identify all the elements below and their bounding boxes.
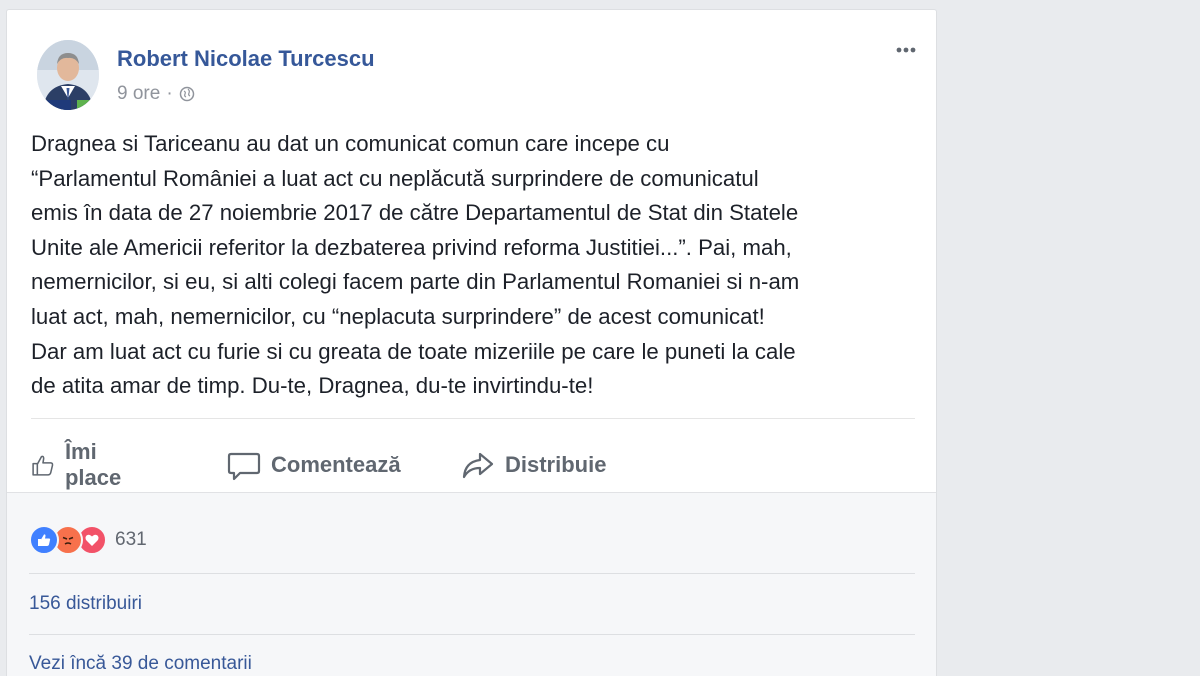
- author-name[interactable]: Robert Nicolae Turcescu: [117, 46, 375, 72]
- comment-label: Comentează: [271, 452, 401, 477]
- footer-divider: [29, 634, 915, 635]
- share-button[interactable]: Distribuie: [461, 440, 606, 490]
- footer-divider: [29, 573, 915, 574]
- view-more-comments-link[interactable]: Vezi încă 39 de comentarii: [29, 653, 252, 675]
- post-card: Robert Nicolae Turcescu 9 ore · Dragnea …: [6, 9, 937, 676]
- post-text: Dragnea si Tariceanu au dat un comunicat…: [31, 127, 931, 404]
- post-text-line: emis în data de 27 noiembrie 2017 de căt…: [31, 200, 799, 226]
- post-text-line: de atita amar de timp. Du-te, Dragnea, d…: [31, 373, 594, 399]
- actions-divider: [31, 418, 915, 419]
- share-icon: [462, 452, 494, 479]
- post-text-line: nemernicilor, si eu, si alti colegi face…: [31, 269, 800, 295]
- comment-button[interactable]: Comentează: [227, 440, 401, 490]
- reaction-count: 631: [115, 529, 147, 550]
- post-text-line: Unite ale Americii referitor la dezbater…: [31, 234, 792, 260]
- more-dots-icon: [896, 47, 916, 53]
- globe-icon: [179, 86, 194, 102]
- post-text-line: “Parlamentul României a luat act cu nepl…: [31, 165, 759, 191]
- post-text-line: Dar am luat act cu furie si cu greata de…: [31, 338, 796, 364]
- post-text-line: Dragnea si Tariceanu au dat un comunicat…: [31, 131, 670, 156]
- post-time[interactable]: 9 ore: [117, 83, 160, 105]
- post-meta: 9 ore ·: [117, 83, 195, 105]
- avatar[interactable]: [37, 40, 99, 110]
- post-footer: 631 156 distribuiri Vezi încă 39 de come…: [7, 492, 936, 676]
- thumbs-up-icon: [32, 455, 54, 476]
- post-text-line: luat act, mah, nemernicilor, cu “neplacu…: [31, 303, 765, 329]
- share-label: Distribuie: [505, 452, 607, 477]
- like-button[interactable]: Îmi place: [31, 439, 131, 490]
- meta-separator: ·: [166, 83, 173, 104]
- like-label: Îmi place: [64, 439, 122, 490]
- profile-photo: [37, 40, 99, 110]
- comment-icon: [227, 452, 261, 481]
- more-options-button[interactable]: [891, 38, 921, 62]
- shares-link[interactable]: 156 distribuiri: [29, 593, 142, 615]
- reactions-summary[interactable]: 631: [29, 525, 147, 555]
- like-reaction-icon: [29, 525, 59, 555]
